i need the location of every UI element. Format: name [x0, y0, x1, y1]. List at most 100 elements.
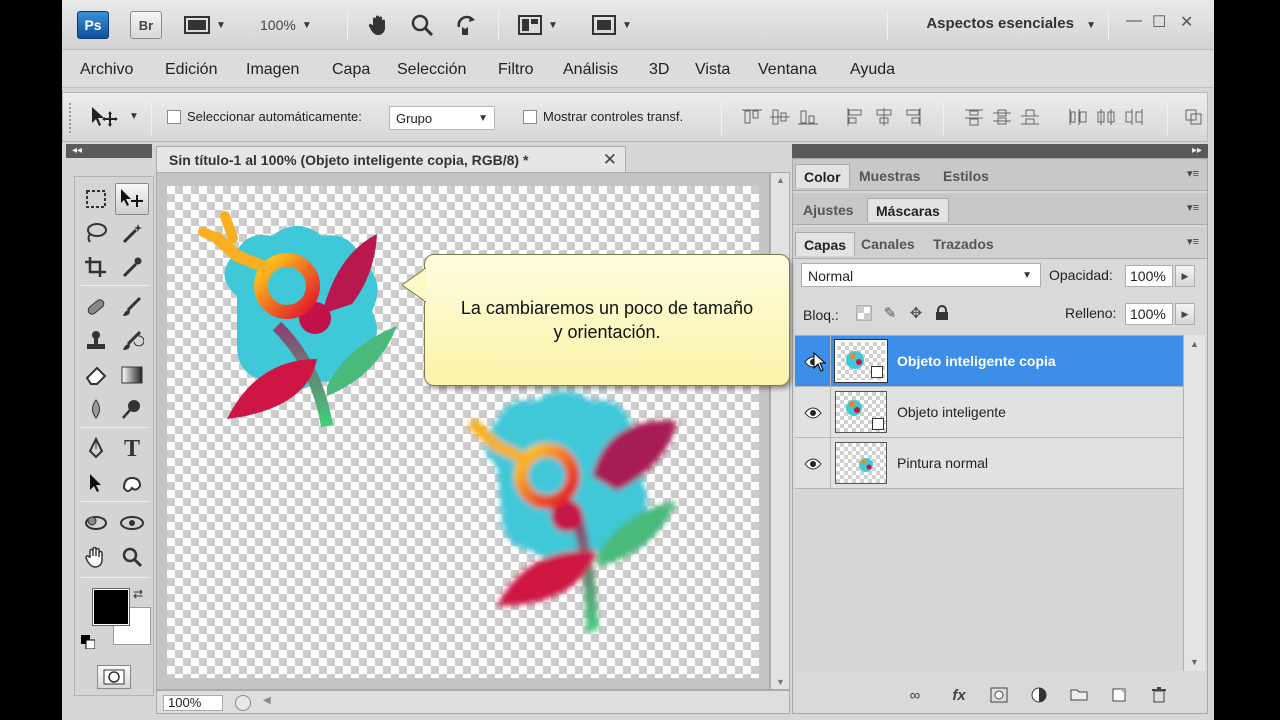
quick-mask-button[interactable]	[97, 665, 131, 689]
link-layers-icon[interactable]: ∞	[905, 687, 925, 705]
layers-scrollbar[interactable]: ▲ ▼	[1183, 335, 1205, 671]
scroll-up-icon[interactable]: ▲	[776, 175, 785, 185]
layer-name[interactable]: Pintura normal	[897, 455, 988, 471]
distribute-right-icon[interactable]	[1123, 107, 1145, 127]
distribute-top-icon[interactable]	[963, 107, 985, 127]
healing-brush-tool[interactable]	[79, 291, 113, 323]
layer-name[interactable]: Objeto inteligente	[897, 404, 1006, 420]
collapse-left-icon[interactable]: ◂◂	[72, 144, 82, 158]
distribute-hcenter-icon[interactable]	[1095, 107, 1117, 127]
show-transform-checkbox[interactable]	[523, 110, 537, 124]
distribute-left-icon[interactable]	[1067, 107, 1089, 127]
align-right-icon[interactable]	[901, 107, 923, 127]
foreground-color-swatch[interactable]	[92, 588, 130, 626]
menu-capa[interactable]: Capa	[332, 61, 370, 79]
visibility-toggle[interactable]	[795, 387, 831, 438]
opacity-slider-button[interactable]: ▶	[1175, 265, 1195, 287]
blur-tool[interactable]	[79, 393, 113, 425]
magic-wand-tool[interactable]	[115, 217, 149, 249]
panel-menu-icon[interactable]: ▾≡	[1187, 167, 1199, 180]
menu-filtro[interactable]: Filtro	[498, 61, 534, 79]
trash-icon[interactable]	[1149, 687, 1169, 705]
distribute-bottom-icon[interactable]	[1019, 107, 1041, 127]
type-tool[interactable]: T	[115, 433, 149, 465]
menu-seleccion[interactable]: Selección	[397, 61, 466, 79]
opacity-field[interactable]: 100%	[1125, 265, 1173, 287]
menu-ventana[interactable]: Ventana	[758, 61, 817, 79]
screen-mode-button[interactable]: ▼	[592, 12, 632, 38]
clone-stamp-tool[interactable]	[79, 325, 113, 357]
align-hcenter-icon[interactable]	[873, 107, 895, 127]
lasso-tool[interactable]	[79, 217, 113, 249]
crop-tool[interactable]	[79, 251, 113, 283]
brush-tool[interactable]	[115, 291, 149, 323]
pen-tool[interactable]	[79, 433, 113, 465]
tab-mascaras[interactable]: Máscaras	[867, 198, 949, 222]
tab-estilos[interactable]: Estilos	[935, 164, 997, 188]
zoom-level-select[interactable]: 100% ▼	[260, 12, 312, 38]
flower-smart-object-copy[interactable]	[198, 211, 397, 428]
default-colors-icon[interactable]	[81, 635, 96, 652]
menu-vista[interactable]: Vista	[695, 61, 730, 79]
lock-transparency-icon[interactable]	[855, 305, 873, 323]
visibility-toggle[interactable]	[795, 438, 831, 489]
menu-edicion[interactable]: Edición	[165, 61, 217, 79]
history-brush-tool[interactable]	[115, 325, 149, 357]
swap-colors-icon[interactable]: ⇄	[133, 587, 143, 601]
document-tab[interactable]: Sin título-1 al 100% (Objeto inteligente…	[156, 146, 626, 172]
3d-orbit-tool[interactable]	[115, 507, 149, 539]
layer-row[interactable]: Pintura normal	[795, 438, 1183, 489]
panels-dock-header[interactable]: ▸▸	[792, 144, 1208, 158]
scroll-left-icon[interactable]: ◀	[263, 695, 271, 706]
new-layer-icon[interactable]	[1109, 687, 1129, 705]
status-info-icon[interactable]	[235, 695, 251, 711]
zoom-tool[interactable]	[115, 541, 149, 573]
lock-position-icon[interactable]: ✥	[907, 305, 925, 323]
tab-color[interactable]: Color	[795, 164, 850, 188]
maximize-icon[interactable]: ☐	[1152, 12, 1166, 32]
tab-canales[interactable]: Canales	[853, 232, 923, 256]
fill-field[interactable]: 100%	[1125, 303, 1173, 325]
hand-tool[interactable]	[79, 541, 113, 573]
layer-name[interactable]: Objeto inteligente copia	[897, 353, 1056, 369]
minibridge-button[interactable]: ▼	[184, 12, 226, 38]
auto-select-checkbox[interactable]	[167, 110, 181, 124]
menu-imagen[interactable]: Imagen	[246, 61, 299, 79]
path-selection-tool[interactable]	[79, 467, 113, 499]
arrange-documents-button[interactable]: ▼	[518, 12, 558, 38]
scroll-down-icon[interactable]: ▼	[1190, 657, 1199, 667]
minimize-icon[interactable]: —	[1126, 12, 1142, 30]
tab-ajustes[interactable]: Ajustes	[795, 198, 862, 222]
menu-analisis[interactable]: Análisis	[563, 61, 618, 79]
move-tool[interactable]	[115, 183, 149, 215]
align-bottom-icon[interactable]	[797, 107, 819, 127]
blend-mode-select[interactable]: Normal ▼	[801, 263, 1041, 287]
auto-align-icon[interactable]	[1183, 107, 1205, 127]
menu-archivo[interactable]: Archivo	[80, 61, 133, 79]
layer-row[interactable]: Objeto inteligente	[795, 387, 1183, 438]
panel-menu-icon[interactable]: ▾≡	[1187, 201, 1199, 214]
rotate-view-button[interactable]	[455, 12, 479, 38]
dodge-tool[interactable]	[115, 393, 149, 425]
hand-tool-button[interactable]	[367, 12, 391, 38]
align-top-icon[interactable]	[741, 107, 763, 127]
zoom-tool-button[interactable]	[410, 12, 434, 38]
fx-icon[interactable]: fx	[949, 687, 969, 705]
tool-preset-picker[interactable]: ▼	[89, 105, 139, 132]
scroll-up-icon[interactable]: ▲	[1190, 339, 1199, 349]
tab-muestras[interactable]: Muestras	[851, 164, 928, 188]
distribute-vcenter-icon[interactable]	[991, 107, 1013, 127]
add-mask-icon[interactable]	[989, 687, 1009, 705]
tab-trazados[interactable]: Trazados	[925, 232, 1002, 256]
tools-dock-header[interactable]: ◂◂	[66, 144, 152, 158]
new-group-icon[interactable]	[1069, 687, 1089, 705]
align-left-icon[interactable]	[845, 107, 867, 127]
fill-slider-button[interactable]: ▶	[1175, 303, 1195, 325]
3d-rotate-tool[interactable]	[79, 507, 113, 539]
adjustment-layer-icon[interactable]	[1029, 687, 1049, 705]
custom-shape-tool[interactable]	[115, 467, 149, 499]
layer-row[interactable]: Objeto inteligente copia	[795, 336, 1183, 387]
scroll-down-icon[interactable]: ▼	[776, 677, 785, 687]
lock-pixels-icon[interactable]: ✎	[881, 305, 899, 323]
zoom-status-field[interactable]: 100%	[163, 695, 223, 711]
